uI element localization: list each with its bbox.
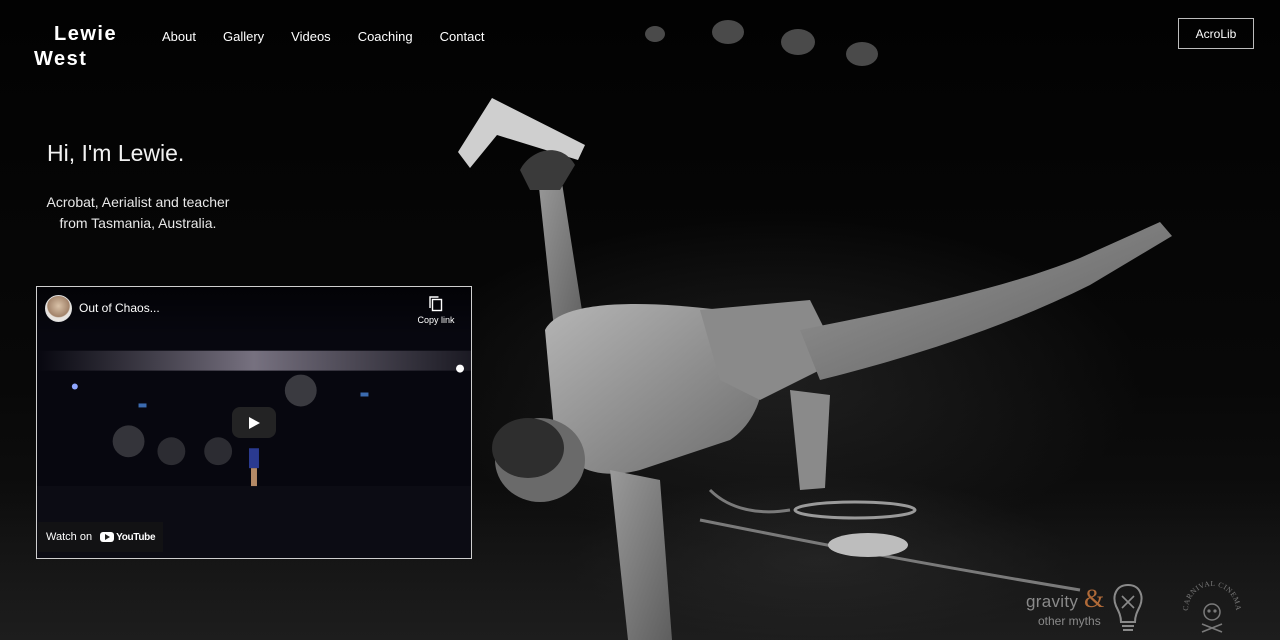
video-title[interactable]: Out of Chaos... bbox=[79, 301, 160, 315]
youtube-label: YouTube bbox=[116, 531, 156, 543]
nav-videos[interactable]: Videos bbox=[291, 29, 331, 45]
watch-on-label: Watch on bbox=[46, 531, 93, 543]
copy-link-button[interactable]: Copy link bbox=[415, 296, 457, 325]
hero-title: Hi, I'm Lewie. bbox=[47, 140, 185, 166]
skull-icon: CARNIVAL CINEMA bbox=[1181, 579, 1243, 633]
acrolib-button[interactable]: AcroLib bbox=[1178, 18, 1254, 49]
copy-link-label: Copy link bbox=[417, 315, 455, 325]
youtube-play-mark bbox=[100, 532, 115, 542]
nav-about[interactable]: About bbox=[162, 29, 196, 45]
youtube-logo-icon: YouTube bbox=[100, 531, 156, 543]
gravity-and-other-myths-logo[interactable]: gravity & other myths bbox=[1026, 582, 1146, 638]
nav-contact[interactable]: Contact bbox=[440, 29, 485, 45]
play-icon bbox=[249, 416, 260, 429]
youtube-embed[interactable]: Out of Chaos... Copy link Watch on YouTu… bbox=[36, 286, 472, 559]
play-button[interactable] bbox=[232, 407, 276, 438]
logo-line-2: West bbox=[34, 48, 88, 70]
channel-avatar[interactable] bbox=[45, 295, 72, 322]
lightbulb-icon bbox=[1113, 583, 1143, 631]
gravity-word: gravity bbox=[1026, 592, 1079, 611]
nav-gallery[interactable]: Gallery bbox=[223, 29, 264, 45]
carnival-label: CARNIVAL CINEMA bbox=[1181, 579, 1243, 611]
gravity-subtitle: other myths bbox=[1038, 614, 1101, 628]
nav-coaching[interactable]: Coaching bbox=[358, 29, 413, 45]
main-nav: About Gallery Videos Coaching Contact bbox=[162, 29, 511, 45]
copy-icon bbox=[429, 296, 443, 312]
logo-line-1: Lewie bbox=[54, 23, 118, 45]
gravity-ampersand: & bbox=[1084, 584, 1105, 613]
page: Lewie West About Gallery Videos Coaching… bbox=[0, 0, 1280, 640]
carnival-cinema-logo[interactable]: CARNIVAL CINEMA bbox=[1181, 579, 1243, 638]
hero-subtitle: Acrobat, Aerialist and teacher from Tasm… bbox=[46, 194, 230, 231]
svg-text:CARNIVAL CINEMA: CARNIVAL CINEMA bbox=[1182, 580, 1242, 611]
site-logo[interactable]: Lewie West bbox=[34, 22, 124, 72]
watch-on-youtube-button[interactable]: Watch on YouTube bbox=[38, 522, 164, 552]
